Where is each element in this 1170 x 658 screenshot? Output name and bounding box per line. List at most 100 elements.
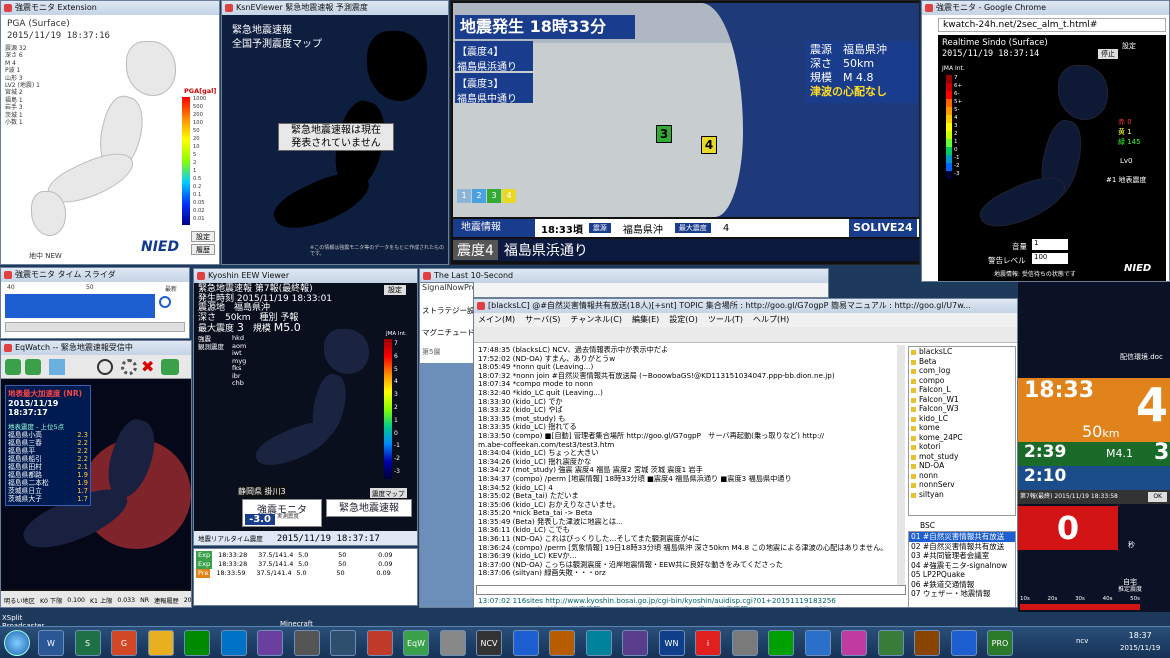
taskbar-app-icon[interactable] <box>366 630 393 656</box>
chat-menu-item[interactable]: サーバ(S) <box>525 313 560 327</box>
toolbar-pr-icon[interactable] <box>25 359 41 375</box>
taskbar-app-icon[interactable] <box>585 630 612 656</box>
chat-scroll[interactable] <box>897 345 905 585</box>
taskbar-app-icon[interactable] <box>257 630 283 656</box>
toolbar-search-icon[interactable] <box>97 359 113 375</box>
kwatch-set-link[interactable]: 設定 <box>1122 41 1136 51</box>
taskbar-app-icon[interactable] <box>147 630 174 656</box>
pga-window[interactable]: 強震モニタ Extension PGA (Surface) 2015/11/19… <box>0 0 220 265</box>
chat-menu-item[interactable]: ヘルプ(H) <box>753 313 789 327</box>
chat-user[interactable]: compo <box>909 376 1015 386</box>
chat-user[interactable]: kotori <box>909 442 1015 452</box>
kwatch-warn-select[interactable]: 100 <box>1032 253 1068 264</box>
slider-bar[interactable] <box>5 322 185 332</box>
taskbar-app-icon[interactable]: PRO <box>987 630 1013 656</box>
eqwatch-bottom-item[interactable]: K1 上限 <box>89 596 113 605</box>
chat-user[interactable]: Falcon_W3 <box>909 404 1015 414</box>
toolbar-close-icon[interactable]: ✖ <box>141 357 154 376</box>
taskbar-app-icon[interactable] <box>184 630 210 656</box>
slider-search-icon[interactable] <box>159 296 171 308</box>
chat-window[interactable]: [blacksLC] @#自然災害情報共有放送(18人)[+snt] TOPIC… <box>473 298 1018 608</box>
eew-ok-button[interactable]: OK <box>1148 492 1167 502</box>
chat-channel[interactable]: 06 #鉄道交通情報 <box>909 580 1015 590</box>
chat-menu-item[interactable]: 設定(O) <box>669 313 698 327</box>
pga-set-button[interactable]: 設定 <box>191 231 215 242</box>
kwatch-window[interactable]: 強震モニタ - Google Chrome kwatch-24h.net/2se… <box>921 0 1170 282</box>
chat-user[interactable]: kido_LC <box>909 414 1015 424</box>
toolbar-eq-icon[interactable] <box>5 359 21 375</box>
start-button[interactable] <box>4 630 30 656</box>
chat-user[interactable]: blacksLC <box>909 347 1015 357</box>
chat-user[interactable]: siltyan <box>909 490 1015 500</box>
eew-history-window[interactable]: Exp 18:33:28 37.5/141.4 5.0 50 0.09 Exp 18:33:2… <box>193 548 418 606</box>
taskbar-app-icon[interactable] <box>549 630 575 656</box>
taskbar-app-icon[interactable]: S <box>74 630 101 656</box>
taskbar-app-icon[interactable] <box>439 630 466 656</box>
kyoshin-map-button[interactable]: 震度マップ <box>370 488 407 498</box>
taskbar-app-icon[interactable]: WN <box>658 630 685 656</box>
eqwatch-bottom-item[interactable]: 20151119123932 <box>183 597 191 604</box>
taskbar-app-icon[interactable] <box>804 630 831 656</box>
kyoshin-window[interactable]: Kyoshin EEW Viewer 緊急地震速報 第7報(最終報) 発生時刻 … <box>193 268 418 546</box>
taskbar-app-icon[interactable] <box>622 630 648 656</box>
taskbar-app-icon[interactable]: NCV <box>476 630 502 656</box>
taskbar-app-icon[interactable]: G <box>111 630 137 656</box>
chat-channel[interactable]: 07 ウェザー・地震情報 <box>909 589 1015 599</box>
chat-user[interactable]: mot_study <box>909 452 1015 462</box>
chat-user[interactable]: kome <box>909 423 1015 433</box>
chat-channel[interactable]: 01 #自然災害情報共有放送 <box>909 532 1015 542</box>
kwatch-volume-select[interactable]: 1 <box>1032 239 1068 250</box>
chat-menu-item[interactable]: メイン(M) <box>478 313 515 327</box>
ksne-window[interactable]: KsnEViewer 緊急地震速報 予測震度 緊急地震速報 全国予測震度マップ … <box>221 0 449 265</box>
eqwatch-bottom-item[interactable]: NR <box>139 597 150 604</box>
toolbar-gear-icon[interactable] <box>121 359 137 375</box>
eqwatch-bottom-item[interactable]: 連報履歴 <box>153 596 180 605</box>
taskbar-app-icon[interactable] <box>293 630 320 656</box>
taskbar-app-icon[interactable] <box>512 630 539 656</box>
toolbar-map-icon[interactable] <box>49 359 65 375</box>
taskbar-app-icon[interactable]: W <box>38 630 64 656</box>
chat-menu-item[interactable]: チャンネル(C) <box>570 313 622 327</box>
taskbar-app-icon[interactable] <box>220 630 247 656</box>
eqwatch-window[interactable]: EqWatch -- 緊急地震速報受信中 ✖ 地表最大加速度 (NR) 2015… <box>0 340 192 608</box>
chat-input[interactable] <box>476 585 906 595</box>
chat-channel[interactable]: 03 #共同管理者会議室 <box>909 551 1015 561</box>
taskbar-app-icon[interactable] <box>950 630 977 656</box>
tv-window[interactable]: 地震発生 18時33分 【震度4】 福島県浜通り 【震度3】 福島県中通り 震源… <box>450 0 920 265</box>
chat-menu-item[interactable]: 編集(E) <box>632 313 659 327</box>
chat-user[interactable]: nonn <box>909 471 1015 481</box>
chat-user[interactable]: Beta <box>909 357 1015 367</box>
slider-track[interactable] <box>5 294 155 318</box>
chat-user[interactable]: com_log <box>909 366 1015 376</box>
chat-user[interactable]: kome_24PC <box>909 433 1015 443</box>
chat-user[interactable]: Falcon_L <box>909 385 1015 395</box>
kyoshin-eew-button[interactable]: 緊急地震速報 <box>326 499 412 517</box>
signalnow-window[interactable]: SignalNowProfessional ストラテジー設定 マグニチュード 第… <box>419 282 474 608</box>
chat-user[interactable]: ND-OA <box>909 461 1015 471</box>
kyoshin-set-button[interactable]: 設定 <box>384 285 406 295</box>
kwatch-url[interactable]: kwatch-24h.net/2sec_alm_t.html# <box>938 18 1166 32</box>
taskbar-app-icon[interactable] <box>841 630 867 656</box>
chat-channel[interactable]: 04 #強震モニタ-signalnow <box>909 561 1015 571</box>
taskbar-app-icon[interactable] <box>877 630 904 656</box>
chat-channel[interactable]: 05 LP2PQuake <box>909 570 1015 580</box>
taskbar-app-icon[interactable] <box>330 630 356 656</box>
taskbar-app-icon[interactable] <box>768 630 794 656</box>
chat-user[interactable]: Falcon_W1 <box>909 395 1015 405</box>
eqwatch-bottom-item[interactable]: 明るい地区 <box>3 596 36 605</box>
slider-window[interactable]: 強震モニタ タイム スライダ 40 50 最新 <box>0 267 190 339</box>
toolbar-next-icon[interactable] <box>161 359 179 375</box>
pga-history-button[interactable]: 履歴 <box>191 244 215 255</box>
eqwatch-bottom-item[interactable]: 0.100 <box>66 597 86 604</box>
chat-user[interactable]: nonnServ <box>909 480 1015 490</box>
eqwatch-bottom-item[interactable]: 0.033 <box>116 597 136 604</box>
chat-channel[interactable]: 02 #自然災害情報共有放送 <box>909 542 1015 552</box>
taskbar-app-icon[interactable]: EqW <box>403 630 429 656</box>
kwatch-stop-button[interactable]: 停止 <box>1098 49 1118 59</box>
taskbar-app-icon[interactable]: i <box>695 630 721 656</box>
taskbar-app-icon[interactable] <box>731 630 758 656</box>
taskbar-app-icon[interactable] <box>914 630 940 656</box>
eqwatch-bottom-item[interactable]: K0 下限 <box>39 596 63 605</box>
chat-menu-item[interactable]: ツール(T) <box>708 313 743 327</box>
last10-window[interactable]: The Last 10-Second <box>419 268 829 298</box>
